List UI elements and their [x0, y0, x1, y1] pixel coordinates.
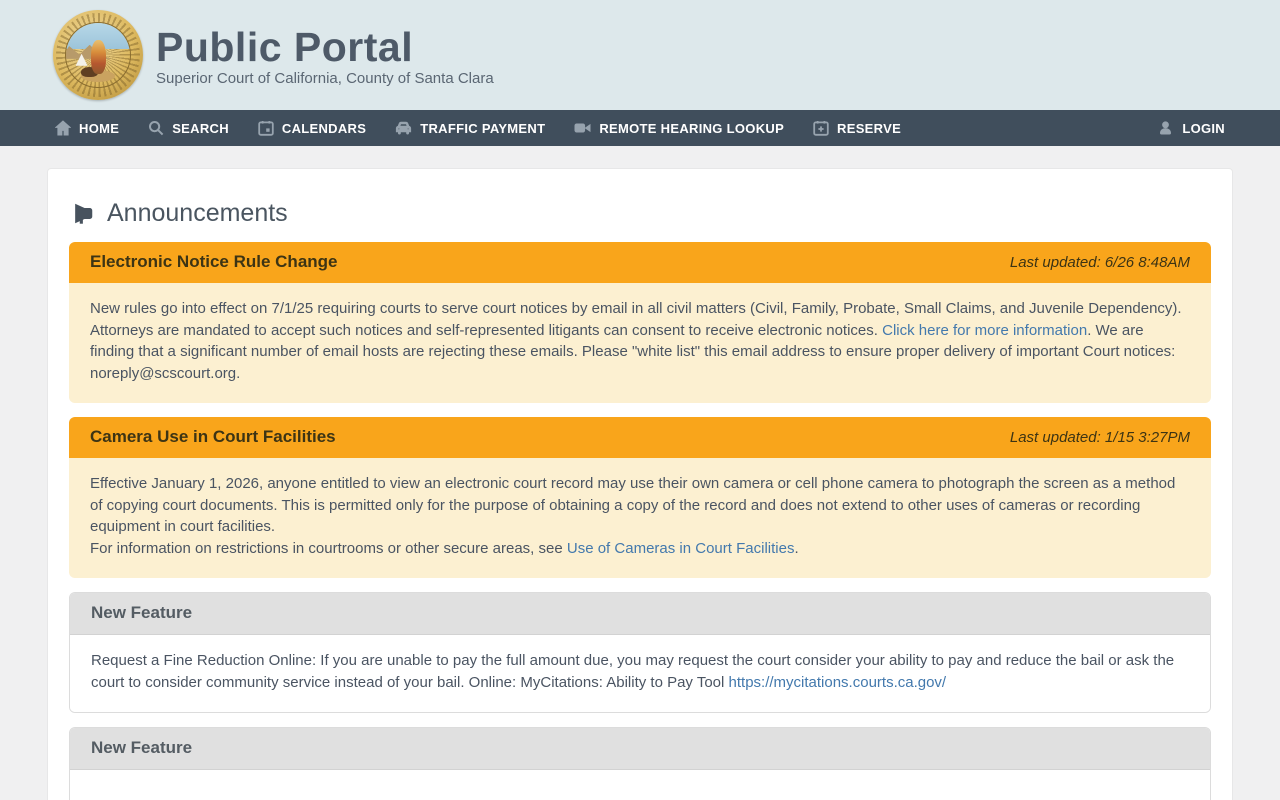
video-camera-icon	[574, 120, 591, 136]
nav-item-label: TRAFFIC PAYMENT	[420, 120, 546, 136]
main-nav: HOME SEARCH CALENDARS TRAFFIC PAYMENT RE…	[0, 110, 1280, 146]
nav-item-label: RESERVE	[837, 120, 902, 136]
megaphone-icon	[70, 201, 97, 226]
nav-item-label: SEARCH	[172, 120, 229, 136]
announcement-card: Camera Use in Court Facilities Last upda…	[69, 417, 1211, 578]
announcement-header: New Feature	[70, 593, 1210, 635]
announcement-title: New Feature	[91, 603, 193, 622]
app-header: Public Portal Superior Court of Californ…	[0, 0, 1280, 110]
page-subtitle: Superior Court of California, County of …	[156, 70, 494, 87]
announcement-text: Effective January 1, 2026, anyone entitl…	[90, 475, 1176, 535]
nav-item-label: LOGIN	[1182, 120, 1225, 136]
court-seal-logo	[53, 10, 143, 100]
announcement-header: New Feature	[70, 728, 1210, 770]
announcement-title: Electronic Notice Rule Change	[90, 252, 338, 271]
announcement-last-updated: Last updated: 1/15 3:27PM	[1009, 428, 1190, 446]
announcement-body: New rules go into effect on 7/1/25 requi…	[69, 283, 1211, 403]
announcement-link-more-information[interactable]: Click here for more information	[882, 322, 1087, 339]
nav-item-search[interactable]: SEARCH	[148, 120, 229, 136]
content-card: Announcements Electronic Notice Rule Cha…	[47, 168, 1233, 800]
calendar-plus-icon	[813, 120, 829, 136]
nav-item-calendars[interactable]: CALENDARS	[258, 120, 366, 136]
announcement-link-use-of-cameras[interactable]: Use of Cameras in Court Facilities	[567, 540, 795, 557]
announcements-heading: Announcements	[70, 199, 1211, 228]
search-icon	[148, 120, 164, 136]
nav-item-traffic-payment[interactable]: TRAFFIC PAYMENT	[395, 120, 545, 136]
announcement-last-updated: Last updated: 6/26 8:48AM	[1009, 253, 1190, 271]
announcement-header: Electronic Notice Rule Change Last updat…	[69, 242, 1211, 283]
announcement-text: .	[794, 539, 799, 557]
home-icon	[55, 120, 71, 136]
announcement-card: New Feature Request a Fine Reduction Onl…	[69, 592, 1211, 713]
announcements-heading-label: Announcements	[107, 199, 288, 227]
user-icon	[1157, 120, 1174, 137]
announcement-text: For information on restrictions in court…	[90, 539, 567, 557]
announcement-title: New Feature	[91, 738, 193, 757]
announcement-body	[70, 770, 1210, 800]
car-icon	[395, 120, 412, 136]
nav-item-label: REMOTE HEARING LOOKUP	[599, 120, 785, 136]
page-title: Public Portal	[156, 24, 414, 70]
announcement-text: Request a Fine Reduction Online: If you …	[91, 652, 1175, 691]
announcement-title: Camera Use in Court Facilities	[90, 427, 336, 446]
nav-item-remote-hearing-lookup[interactable]: REMOTE HEARING LOOKUP	[574, 120, 784, 136]
nav-item-label: CALENDARS	[281, 120, 367, 136]
nav-item-label: HOME	[79, 120, 120, 136]
announcement-link-mycitations[interactable]: https://mycitations.courts.ca.gov/	[729, 674, 947, 691]
announcement-card: Electronic Notice Rule Change Last updat…	[69, 242, 1211, 403]
announcement-header: Camera Use in Court Facilities Last upda…	[69, 417, 1211, 458]
announcement-card: New Feature	[69, 727, 1211, 800]
announcement-body: Effective January 1, 2026, anyone entitl…	[69, 458, 1211, 578]
calendar-icon	[258, 120, 274, 136]
nav-item-reserve[interactable]: RESERVE	[813, 120, 901, 136]
nav-item-home[interactable]: HOME	[55, 120, 119, 136]
login-button[interactable]: LOGIN	[1157, 120, 1225, 137]
seal-artwork	[65, 22, 131, 88]
announcement-body: Request a Fine Reduction Online: If you …	[70, 635, 1210, 712]
